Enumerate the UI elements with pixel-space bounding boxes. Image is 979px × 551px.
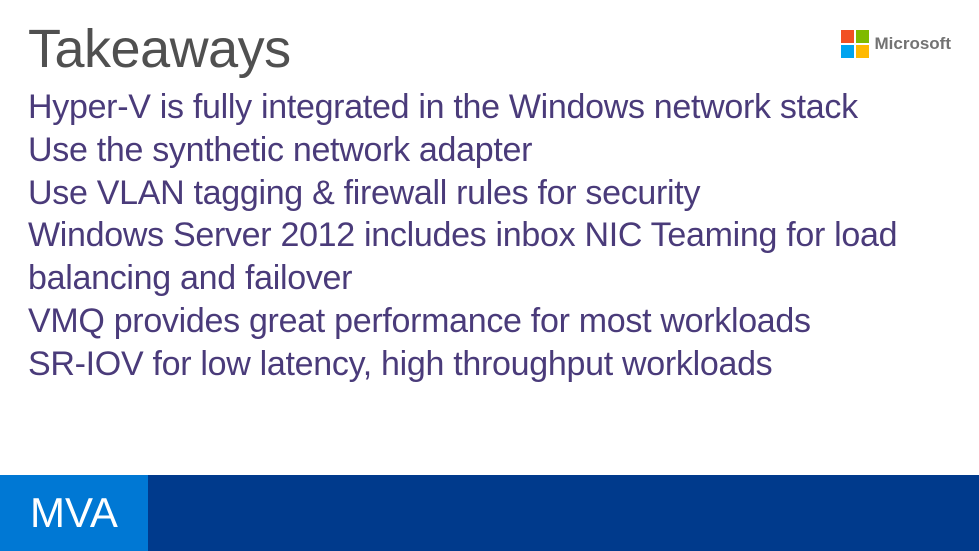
logo-square-red — [841, 30, 854, 43]
bullet-item: Windows Server 2012 includes inbox NIC T… — [28, 214, 951, 300]
microsoft-logo: Microsoft — [841, 30, 952, 58]
slide-header: Takeaways Microsoft — [0, 0, 979, 80]
microsoft-logo-text: Microsoft — [875, 34, 952, 54]
bullet-item: Use the synthetic network adapter — [28, 129, 951, 172]
mva-text: MVA — [30, 489, 118, 537]
footer-bar — [148, 475, 979, 551]
logo-square-green — [856, 30, 869, 43]
microsoft-logo-icon — [841, 30, 869, 58]
slide-footer: MVA — [0, 475, 979, 551]
bullet-item: Use VLAN tagging & firewall rules for se… — [28, 172, 951, 215]
bullet-item: Hyper-V is fully integrated in the Windo… — [28, 86, 951, 129]
mva-badge: MVA — [0, 475, 148, 551]
slide-title: Takeaways — [28, 18, 291, 80]
bullet-item: VMQ provides great performance for most … — [28, 300, 951, 343]
bullet-item: SR-IOV for low latency, high throughput … — [28, 343, 951, 386]
slide-content: Hyper-V is fully integrated in the Windo… — [0, 80, 979, 386]
logo-square-yellow — [856, 45, 869, 58]
logo-square-blue — [841, 45, 854, 58]
